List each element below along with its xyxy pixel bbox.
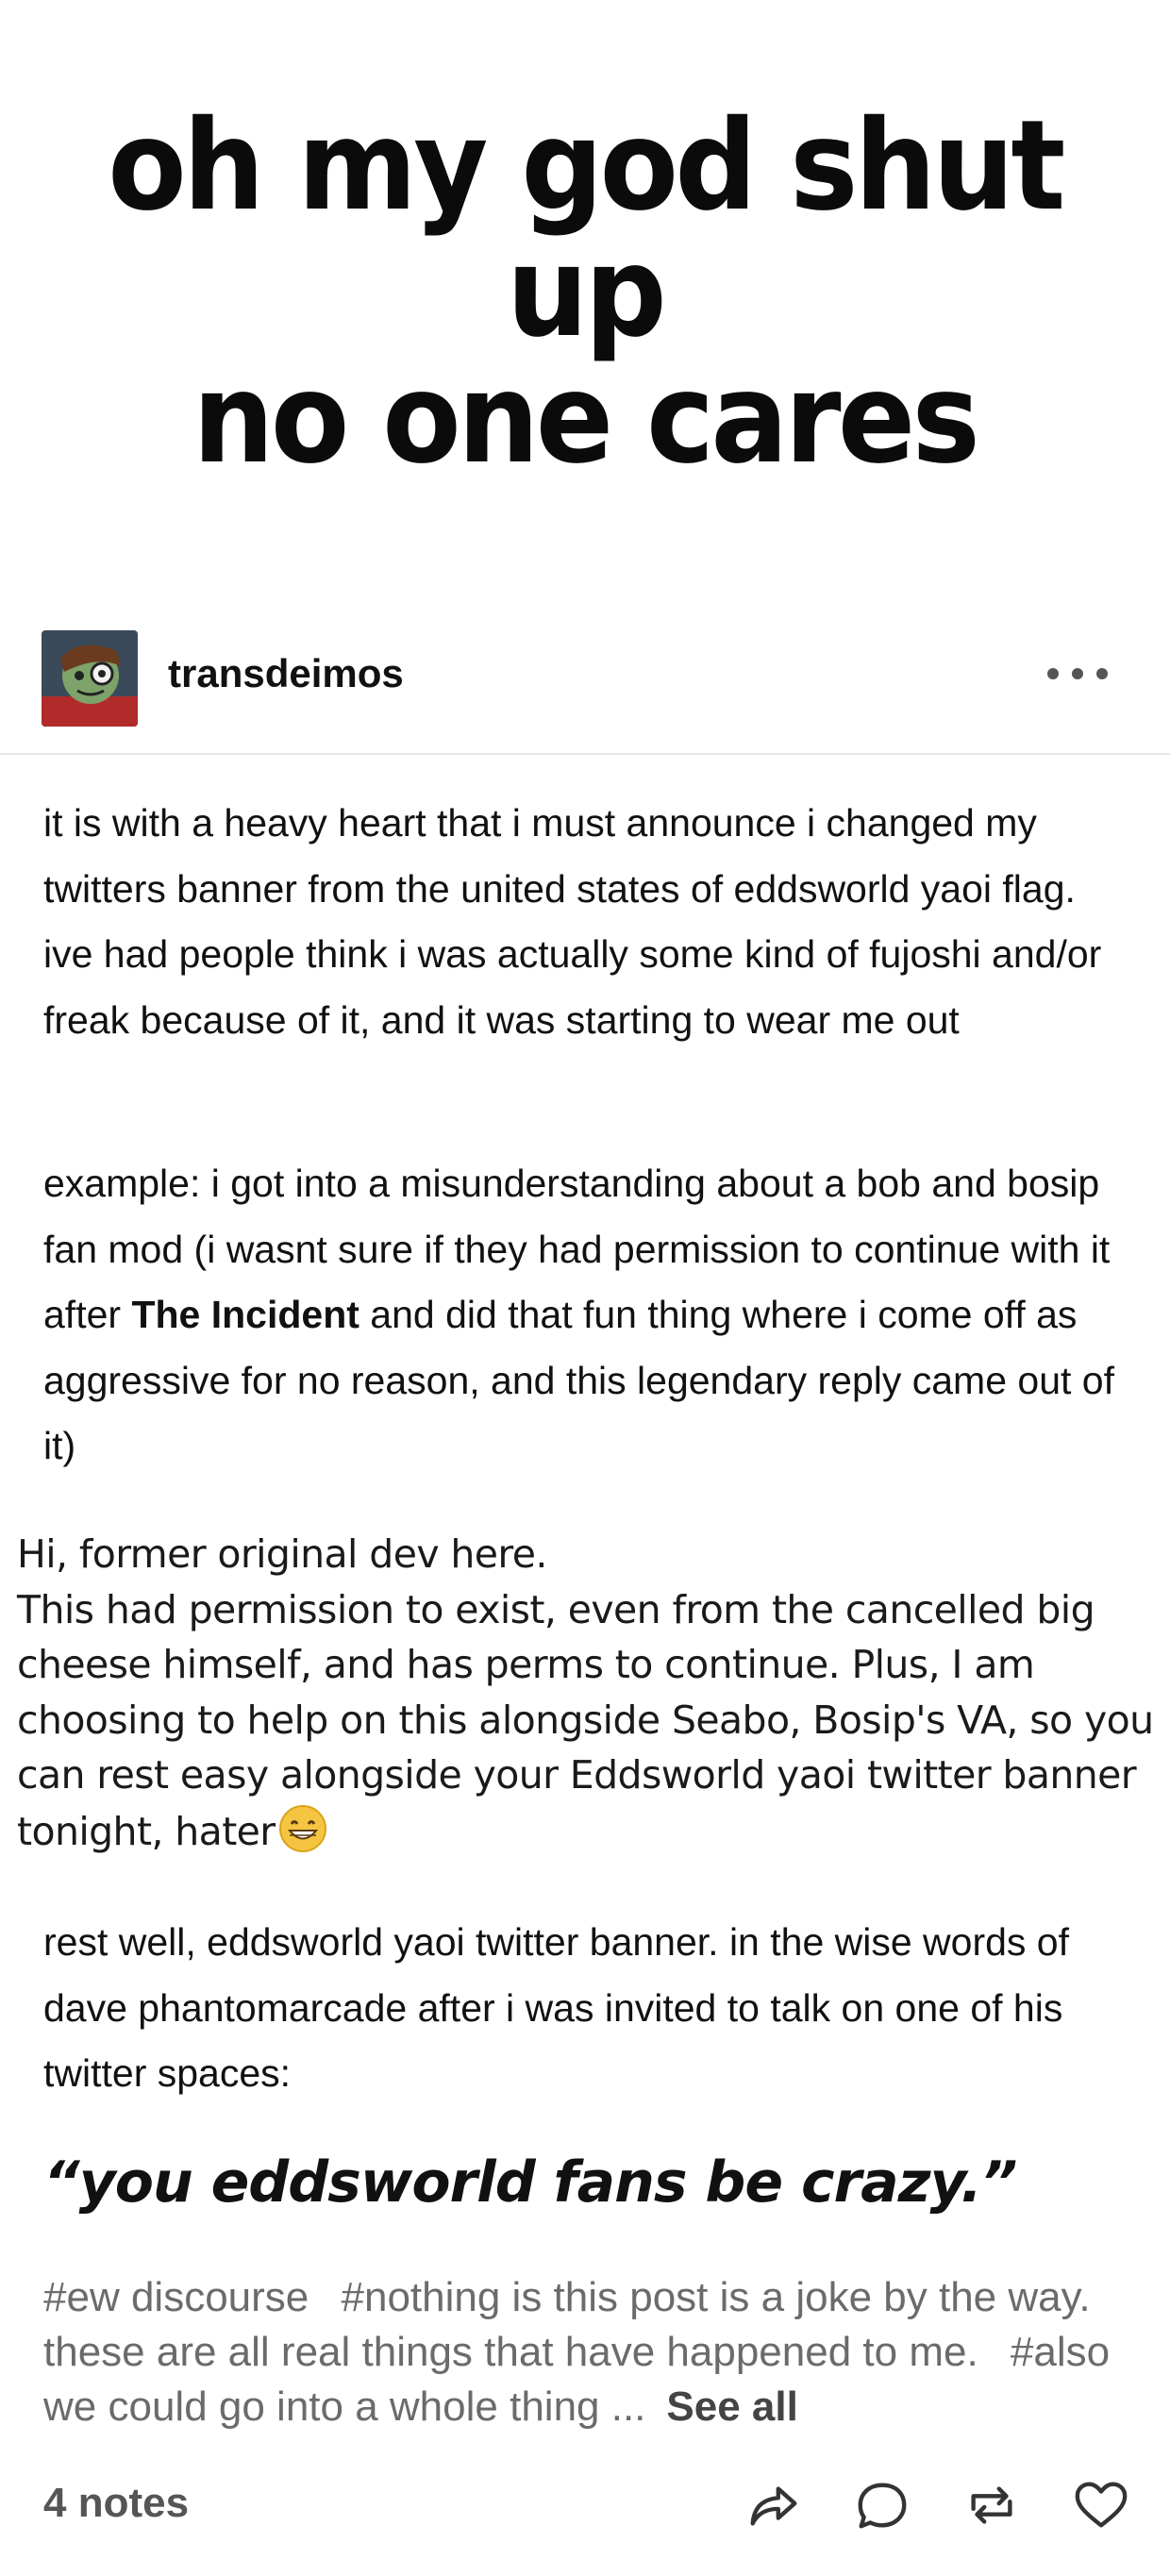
quote-text: “you eddsworld fans be crazy.”	[43, 2149, 1018, 2216]
incident-bold-text: The Incident	[131, 1293, 359, 1337]
screenshot-line-1: Hi, former original dev here.	[17, 1531, 547, 1577]
screenshot-line-2: This had permission to exist, even from …	[17, 1586, 1154, 1854]
notes-count[interactable]: 4 notes	[43, 2480, 189, 2527]
share-icon[interactable]	[742, 2474, 804, 2536]
reply-icon[interactable]	[851, 2474, 913, 2536]
post-footer: 4 notes	[0, 2453, 1170, 2557]
post-paragraph-1: it is with a heavy heart that i must ann…	[43, 801, 1102, 1042]
heart-icon[interactable]	[1070, 2474, 1132, 2536]
avatar[interactable]	[42, 630, 138, 727]
grinning-emoji-icon	[277, 1803, 328, 1854]
post-header: transdeimos	[0, 604, 1170, 755]
more-options-icon[interactable]	[1047, 655, 1108, 693]
meme-line-1: oh my god shut up	[108, 93, 1065, 365]
screenshot-text: Hi, former original dev here. This had p…	[17, 1527, 1159, 1860]
see-all-link[interactable]: See all	[666, 2384, 797, 2430]
tag-ew-discourse[interactable]: #ew discourse	[43, 2274, 309, 2320]
meme-image: oh my god shut up no one cares	[0, 0, 1170, 585]
post-tags: #ew discourse #nothing is this post is a…	[43, 2270, 1128, 2434]
username[interactable]: transdeimos	[168, 651, 404, 696]
embedded-reply-screenshot: Hi, former original dev here. This had p…	[17, 1527, 1159, 1885]
post-paragraph-3: rest well, eddsworld yaoi twitter banner…	[43, 1920, 1070, 2096]
meme-line-2: no one cares	[192, 346, 980, 492]
reblog-icon[interactable]	[961, 2474, 1023, 2536]
post-paragraph-2: example: i got into a misunderstanding a…	[43, 1151, 1128, 1480]
post-actions	[694, 2474, 1132, 2536]
